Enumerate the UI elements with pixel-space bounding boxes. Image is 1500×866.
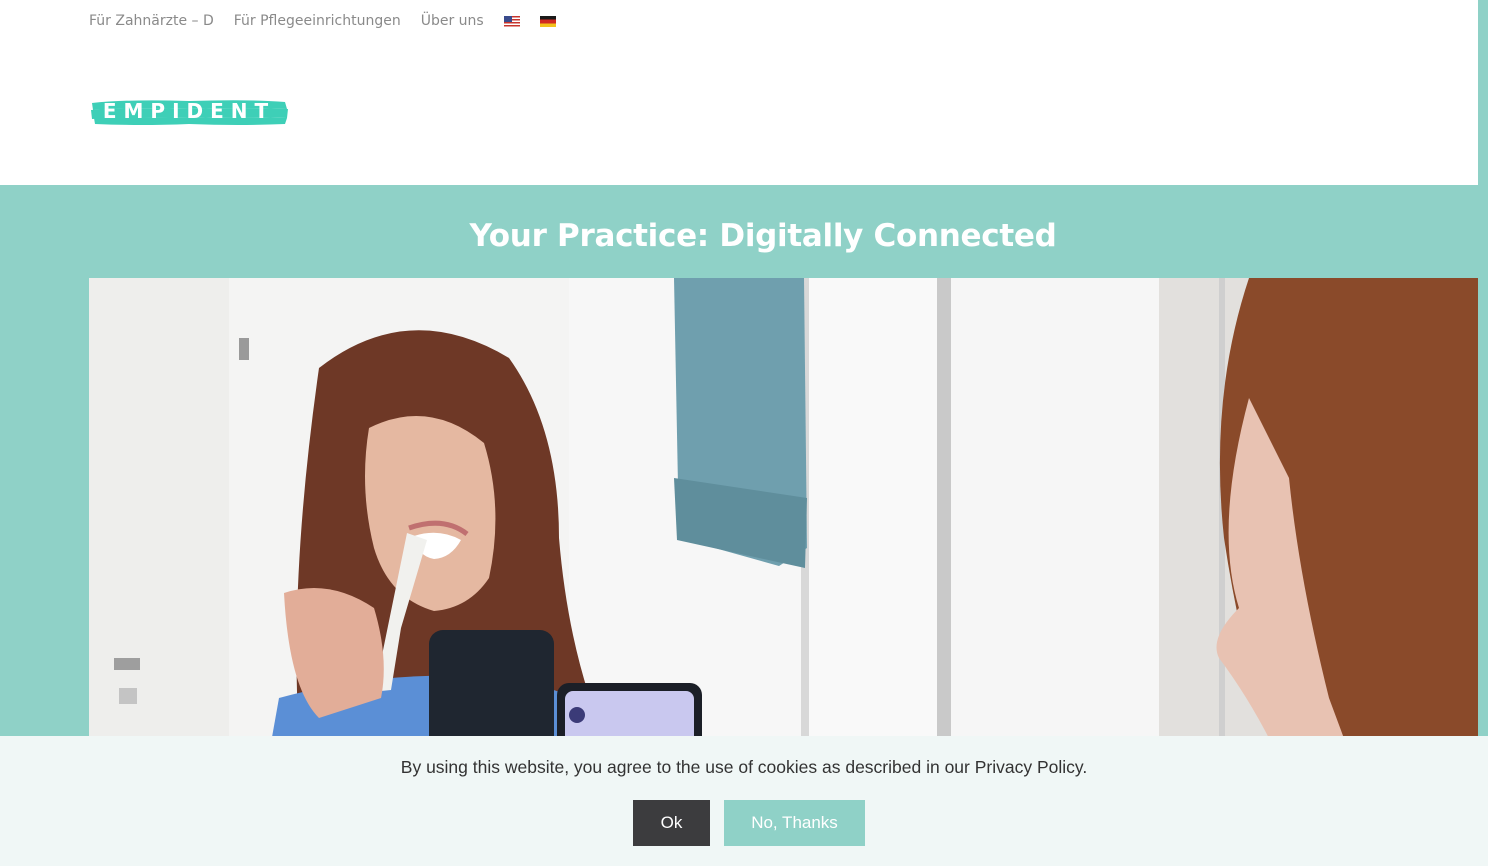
cookie-consent-bar: By using this website, you agree to the … bbox=[0, 736, 1488, 866]
nav-link-dentists[interactable]: Für Zahnärzte – D bbox=[89, 13, 214, 29]
cookie-message: By using this website, you agree to the … bbox=[400, 757, 1088, 777]
top-navigation: Für Zahnärzte – D Für Pflegeeinrichtunge… bbox=[89, 12, 576, 30]
nav-link-care-facilities[interactable]: Für Pflegeeinrichtungen bbox=[234, 13, 401, 29]
nav-link-about-us[interactable]: Über uns bbox=[421, 13, 484, 29]
cookie-decline-button[interactable]: No, Thanks bbox=[724, 800, 865, 846]
cookie-ok-button[interactable]: Ok bbox=[633, 800, 710, 846]
german-flag-icon[interactable] bbox=[539, 15, 556, 27]
logo-text: EMPIDENT bbox=[103, 99, 275, 123]
hero-title: Your Practice: Digitally Connected bbox=[469, 218, 1057, 254]
scrollbar-gutter[interactable] bbox=[1488, 0, 1500, 866]
english-flag-icon[interactable] bbox=[503, 15, 520, 27]
empident-logo[interactable]: EMPIDENT bbox=[89, 97, 289, 127]
